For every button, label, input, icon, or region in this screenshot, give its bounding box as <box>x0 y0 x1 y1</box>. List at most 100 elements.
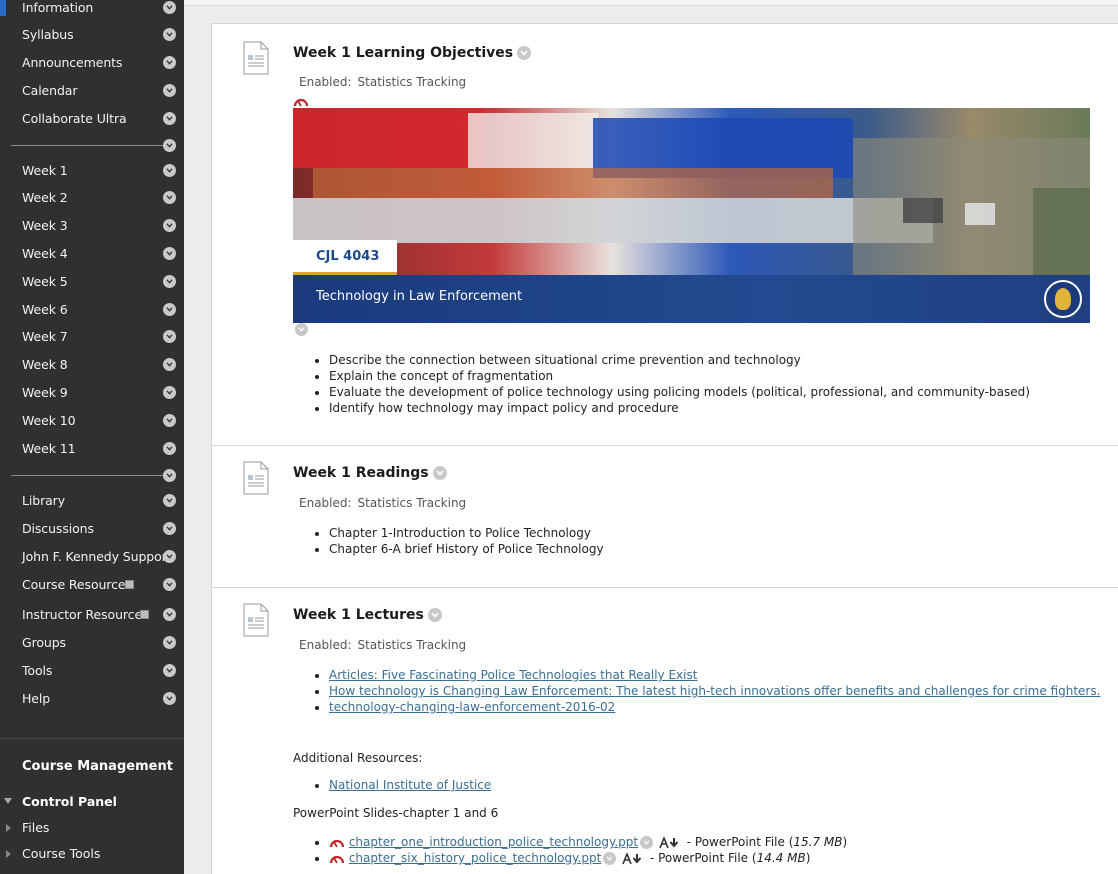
chevron-down-icon[interactable] <box>163 521 176 535</box>
nij-link[interactable]: National Institute of Justice <box>329 778 491 792</box>
caret-right-icon[interactable] <box>6 850 11 858</box>
sidebar-item-label: Groups <box>22 634 66 650</box>
chevron-down-icon[interactable] <box>163 441 176 455</box>
sidebar-item-information[interactable]: Information <box>0 0 184 21</box>
item-title[interactable]: Week 1 Readings <box>293 465 447 481</box>
list-item: Evaluate the development of police techn… <box>329 384 1030 400</box>
sidebar-item-week-4[interactable]: Week 4 <box>0 239 184 267</box>
enabled-value: Statistics Tracking <box>357 496 467 510</box>
chevron-down-icon[interactable] <box>163 111 176 125</box>
file-link[interactable]: chapter_six_history_police_technology.pp… <box>349 851 601 865</box>
chevron-down-icon[interactable] <box>163 27 176 41</box>
enabled-label: Enabled: <box>299 75 352 89</box>
caret-down-icon[interactable] <box>4 798 12 804</box>
file-options-chevron-icon[interactable] <box>640 836 654 849</box>
sidebar-item-week-10[interactable]: Week 10 <box>0 406 184 434</box>
sidebar-item-library[interactable]: Library <box>0 486 184 514</box>
sidebar-item-week-6[interactable]: Week 6 <box>0 295 184 323</box>
chevron-down-icon[interactable] <box>163 691 176 705</box>
list-item: How technology is Changing Law Enforceme… <box>329 683 1100 699</box>
sidebar-item-label: Library <box>22 492 66 508</box>
item-title[interactable]: Week 1 Learning Objectives <box>293 45 532 61</box>
sidebar-item-announcements[interactable]: Announcements <box>0 48 184 76</box>
chevron-down-icon[interactable] <box>163 246 176 260</box>
chevron-down-icon[interactable] <box>163 493 176 507</box>
file-close: ) <box>842 835 848 849</box>
chevron-down-icon[interactable] <box>163 302 176 316</box>
objectives-list: Describe the connection between situatio… <box>329 352 1030 416</box>
file-row: chapter_six_history_police_technology.pp… <box>329 850 847 866</box>
sidebar-item-week-1[interactable]: Week 1 <box>0 156 184 184</box>
sidebar-item-week-3[interactable]: Week 3 <box>0 212 184 240</box>
chevron-down-icon[interactable] <box>163 83 176 97</box>
item-title-text[interactable]: Week 1 Learning Objectives <box>293 45 513 61</box>
sidebar-item-label: Instructor Resources <box>22 606 149 622</box>
item-title[interactable]: Week 1 Lectures <box>293 607 442 623</box>
sidebar-item-discussions[interactable]: Discussions <box>0 514 184 542</box>
file-type: - PowerPoint File ( <box>649 851 757 865</box>
item-options-chevron-icon[interactable] <box>432 466 447 480</box>
sidebar-item-week-7[interactable]: Week 7 <box>0 323 184 351</box>
chevron-down-icon[interactable] <box>163 163 176 177</box>
sidebar-item-week-2[interactable]: Week 2 <box>0 184 184 212</box>
item-options-chevron-icon[interactable] <box>427 608 442 622</box>
chevron-down-icon[interactable] <box>163 0 176 14</box>
chevron-down-icon[interactable] <box>163 549 176 563</box>
divider-chevron-icon[interactable] <box>163 139 176 152</box>
chevron-down-icon[interactable] <box>163 577 176 591</box>
chevron-down-icon[interactable] <box>163 385 176 399</box>
chevron-down-icon[interactable] <box>163 635 176 649</box>
chevron-down-icon[interactable] <box>163 663 176 677</box>
content-list: Week 1 Learning Objectives Enabled: Stati… <box>211 23 1118 874</box>
enabled-label: Enabled: <box>299 496 352 510</box>
item-title-text[interactable]: Week 1 Lectures <box>293 607 424 623</box>
chevron-down-icon[interactable] <box>163 219 176 233</box>
sidebar-item-label: John F. Kennedy Support <box>22 548 172 564</box>
chevron-down-icon[interactable] <box>163 330 176 344</box>
chevron-down-icon[interactable] <box>163 55 176 69</box>
image-options-chevron-icon[interactable] <box>295 323 308 336</box>
chevron-down-icon[interactable] <box>163 274 176 288</box>
sidebar-item-tools[interactable]: Tools <box>0 656 184 684</box>
item-title-text[interactable]: Week 1 Readings <box>293 465 429 481</box>
sidebar-item-instructor-resources[interactable]: Instructor Resources <box>0 600 184 628</box>
article-link[interactable]: Articles: Five Fascinating Police Techno… <box>329 668 697 682</box>
file-options-chevron-icon[interactable] <box>603 852 617 865</box>
control-panel-item-files[interactable]: Files <box>22 820 49 835</box>
list-item: Chapter 6-A brief History of Police Tech… <box>329 541 604 557</box>
caret-right-icon[interactable] <box>6 824 11 832</box>
file-type: - PowerPoint File ( <box>686 835 794 849</box>
sidebar-item-help[interactable]: Help <box>0 684 184 712</box>
control-panel-item-course-tools[interactable]: Course Tools <box>22 846 100 861</box>
divider-chevron-icon[interactable] <box>163 469 176 482</box>
sidebar-item-label: Week 5 <box>22 273 68 289</box>
sidebar-item-label: Information <box>22 0 94 15</box>
sidebar-item-week-11[interactable]: Week 11 <box>0 434 184 462</box>
sidebar-divider <box>11 145 163 146</box>
sidebar-item-week-8[interactable]: Week 8 <box>0 351 184 379</box>
control-panel-heading[interactable]: Control Panel <box>22 794 117 809</box>
sidebar-item-course-resources[interactable]: Course Resources <box>0 570 184 598</box>
sidebar-item-calendar[interactable]: Calendar <box>0 76 184 104</box>
article-link[interactable]: technology-changing-law-enforcement-2016… <box>329 700 615 714</box>
tracking-gauge-icon <box>329 839 345 848</box>
sidebar-item-john-f-kennedy-support[interactable]: John F. Kennedy Support <box>0 542 184 570</box>
banner-course-code: CJL 4043 <box>316 249 380 264</box>
sidebar-item-label: Week 6 <box>22 301 68 317</box>
article-link[interactable]: How technology is Changing Law Enforceme… <box>329 684 1100 698</box>
download-icon[interactable] <box>659 836 679 849</box>
course-management-heading: Course Management <box>22 759 173 774</box>
chevron-down-icon[interactable] <box>163 191 176 205</box>
sidebar-item-collaborate-ultra[interactable]: Collaborate Ultra <box>0 104 184 132</box>
sidebar-item-syllabus[interactable]: Syllabus <box>0 20 184 48</box>
sidebar-item-groups[interactable]: Groups <box>0 628 184 656</box>
hidden-from-students-icon <box>140 610 149 619</box>
chevron-down-icon[interactable] <box>163 413 176 427</box>
sidebar-item-week-9[interactable]: Week 9 <box>0 378 184 406</box>
sidebar-item-week-5[interactable]: Week 5 <box>0 267 184 295</box>
download-icon[interactable] <box>622 852 642 865</box>
chevron-down-icon[interactable] <box>163 607 176 621</box>
file-link[interactable]: chapter_one_introduction_police_technolo… <box>349 835 638 849</box>
chevron-down-icon[interactable] <box>163 358 176 372</box>
item-options-chevron-icon[interactable] <box>517 46 532 60</box>
